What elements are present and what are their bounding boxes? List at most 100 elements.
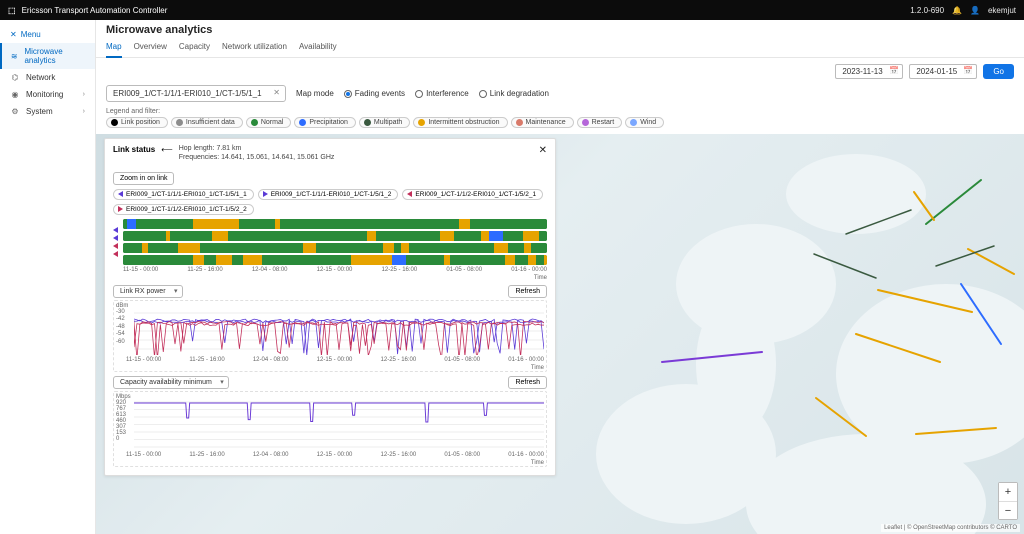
track-handle-icon[interactable] — [113, 251, 118, 257]
timeline-row — [123, 219, 547, 229]
tab-overview[interactable]: Overview — [134, 38, 167, 57]
map-zoom-control: + − — [998, 482, 1018, 520]
map-attribution: Leaflet | © OpenStreetMap contributors ©… — [881, 524, 1020, 532]
link-badge[interactable]: ERI009_1/CT-1/1/1-ERI010_1/CT-1/5/1_1 — [113, 189, 254, 200]
zoom-out-button[interactable]: − — [999, 501, 1017, 519]
search-and-mode-row: ERI009_1/CT-1/1/1-ERI010_1/CT-1/5/1_1 ✕ … — [96, 85, 1024, 106]
sidebar-item-network[interactable]: ⌬ Network — [0, 69, 95, 86]
timeline-row — [123, 243, 547, 253]
link-status-heading: Link status — [113, 145, 155, 154]
legend-pill[interactable]: Wind — [625, 117, 664, 128]
menu-collapse[interactable]: ✕ Menu — [0, 26, 95, 43]
link-status-panel: Link status ⟵ Hop length: 7.81 km Freque… — [104, 138, 556, 476]
legend-swatch-icon — [516, 119, 523, 126]
map-link[interactable] — [926, 180, 981, 224]
capacity-selector[interactable]: Capacity availability minimum — [113, 376, 229, 389]
legend: Legend and filter: Link positionInsuffic… — [96, 106, 1024, 134]
tab-network-utilization[interactable]: Network utilization — [222, 38, 287, 57]
timeline-row — [123, 231, 547, 241]
date-from-input[interactable]: 2023-11-13 — [835, 64, 903, 79]
legend-swatch-icon — [630, 119, 637, 126]
username: ekemjut — [988, 6, 1016, 15]
link-direction-icon — [118, 206, 123, 212]
legend-pill[interactable]: Link position — [106, 117, 168, 128]
analytics-icon: ≋ — [10, 52, 18, 61]
legend-swatch-icon — [418, 119, 425, 126]
legend-swatch-icon — [176, 119, 183, 126]
close-icon: ✕ — [10, 30, 17, 39]
track-handle-icon[interactable] — [113, 235, 118, 241]
legend-pill[interactable]: Insufficient data — [171, 117, 243, 128]
legend-pill[interactable]: Intermittent obstruction — [413, 117, 507, 128]
network-icon: ⌬ — [10, 73, 20, 82]
mapmode-link-degradation[interactable]: Link degradation — [479, 89, 549, 98]
time-axis-label: Time — [116, 365, 544, 371]
mapmode-interference[interactable]: Interference — [415, 89, 469, 98]
sidebar-item-label: Microwave analytics — [24, 47, 85, 65]
search-value: ERI009_1/CT-1/1/1-ERI010_1/CT-1/5/1_1 — [113, 89, 262, 98]
legend-swatch-icon — [582, 119, 589, 126]
link-search-input[interactable]: ERI009_1/CT-1/1/1-ERI010_1/CT-1/5/1_1 ✕ — [106, 85, 286, 102]
fading-timeline — [113, 219, 547, 265]
legend-pill[interactable]: Multipath — [359, 117, 410, 128]
rx-power-selector[interactable]: Link RX power — [113, 285, 183, 298]
time-axis-label: Time — [116, 460, 544, 466]
vendor-logo-icon: ⬚ — [8, 6, 16, 15]
tab-map[interactable]: Map — [106, 38, 122, 58]
tab-availability[interactable]: Availability — [299, 38, 337, 57]
tabs: Map Overview Capacity Network utilizatio… — [96, 38, 1024, 58]
legend-pill[interactable]: Restart — [577, 117, 623, 128]
link-badge[interactable]: ERI009_1/CT-1/1/2-ERI010_1/CT-1/5/2_1 — [402, 189, 543, 200]
notifications-icon[interactable]: 🔔 — [952, 6, 962, 15]
sidebar-item-label: Monitoring — [26, 90, 63, 99]
app-version: 1.2.0-690 — [910, 6, 944, 15]
legend-pill[interactable]: Normal — [246, 117, 292, 128]
date-toolbar: 2023-11-13 2024-01-15 Go — [96, 58, 1024, 85]
legend-swatch-icon — [251, 119, 258, 126]
date-to-input[interactable]: 2024-01-15 — [909, 64, 977, 79]
topbar: ⬚ Ericsson Transport Automation Controll… — [0, 0, 1024, 20]
legend-pill[interactable]: Precipitation — [294, 117, 356, 128]
menu-label: Menu — [21, 30, 41, 39]
rx-refresh-button[interactable]: Refresh — [508, 285, 547, 298]
close-panel-icon[interactable]: ✕ — [539, 145, 547, 156]
mapmode-fading-events[interactable]: Fading events — [344, 89, 405, 98]
track-handle-icon[interactable] — [113, 227, 118, 233]
time-axis-label: Time — [113, 275, 547, 281]
legend-swatch-icon — [111, 119, 118, 126]
sidebar-item-label: Network — [26, 73, 55, 82]
link-direction-icon — [118, 191, 123, 197]
map-content: + − Leaflet | © OpenStreetMap contributo… — [96, 134, 1024, 534]
sidebar-item-system[interactable]: ⚙ System › — [0, 103, 95, 120]
user-avatar-icon[interactable]: 👤 — [970, 6, 980, 15]
sidebar: ✕ Menu ≋ Microwave analytics ⌬ Network ◉… — [0, 20, 96, 534]
link-direction-icon — [263, 191, 268, 197]
zoom-in-button[interactable]: + — [999, 483, 1017, 501]
track-handle-icon[interactable] — [113, 243, 118, 249]
timeline-row — [123, 255, 547, 265]
legend-title: Legend and filter: — [106, 108, 1014, 115]
page-title: Microwave analytics — [96, 20, 1024, 38]
gear-icon: ⚙ — [10, 107, 20, 116]
chevron-right-icon: › — [83, 91, 85, 98]
map-link[interactable] — [936, 246, 994, 266]
sidebar-item-microwave-analytics[interactable]: ≋ Microwave analytics — [0, 43, 95, 69]
rx-power-chart: dBm -30-42-48-54-60 11-15 - 00:0011-25 -… — [113, 300, 547, 372]
legend-swatch-icon — [299, 119, 306, 126]
main: Microwave analytics Map Overview Capacit… — [96, 20, 1024, 534]
link-badge[interactable]: ERI009_1/CT-1/1/2-ERI010_1/CT-1/5/2_2 — [113, 204, 254, 215]
chevron-right-icon: › — [83, 108, 85, 115]
legend-pill[interactable]: Maintenance — [511, 117, 574, 128]
clear-search-icon[interactable]: ✕ — [273, 88, 280, 97]
product-title: Ericsson Transport Automation Controller — [22, 6, 168, 15]
capacity-refresh-button[interactable]: Refresh — [508, 376, 547, 389]
zoom-in-on-link-button[interactable]: Zoom in on link — [113, 172, 174, 185]
tab-capacity[interactable]: Capacity — [179, 38, 210, 57]
sidebar-item-monitoring[interactable]: ◉ Monitoring › — [0, 86, 95, 103]
monitoring-icon: ◉ — [10, 90, 20, 99]
expand-arrow-icon[interactable]: ⟵ — [161, 145, 172, 154]
link-badge[interactable]: ERI009_1/CT-1/1/1-ERI010_1/CT-1/5/1_2 — [258, 189, 399, 200]
sidebar-item-label: System — [26, 107, 53, 116]
go-button[interactable]: Go — [983, 64, 1014, 79]
link-direction-icon — [407, 191, 412, 197]
